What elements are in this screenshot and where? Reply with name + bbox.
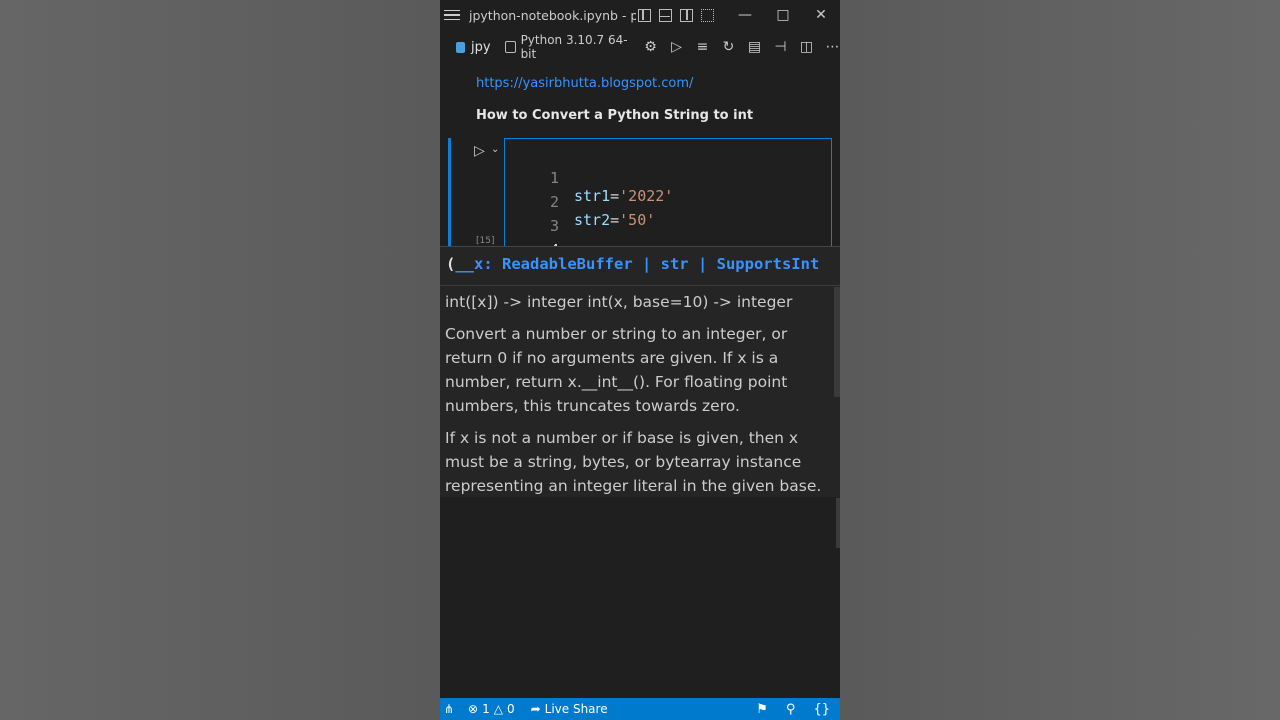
- hover-scrollbar[interactable]: [834, 287, 840, 397]
- error-count: 1: [482, 702, 490, 716]
- code-line: 4 print(int(str1+str2): [505, 223, 825, 277]
- clear-outputs-icon[interactable]: ≡: [695, 39, 710, 55]
- hover-doc-line: int([x]) -> integer int(x, base=10) -> i…: [445, 293, 793, 311]
- hover-doc-paragraph: Convert a number or string to an integer…: [445, 325, 788, 415]
- code-line: 2 str2='50': [505, 175, 825, 229]
- split-editor-icon[interactable]: ◫: [799, 39, 814, 55]
- status-bar: ⋔ ⊗ 1 △ 0 ➦ Live Share ⚑ ⚲ {}: [440, 698, 840, 720]
- outline-icon[interactable]: ⊣: [773, 39, 788, 55]
- execution-count: [15]: [476, 236, 495, 246]
- customize-layout-icon[interactable]: [701, 8, 714, 22]
- feedback-icon[interactable]: ⚑: [756, 702, 768, 717]
- live-share-icon: ➦: [530, 702, 541, 716]
- gear-icon[interactable]: ⚙: [643, 39, 658, 55]
- editor-empty-area: [440, 498, 840, 698]
- variables-icon[interactable]: ▤: [747, 39, 762, 55]
- run-cell-icon[interactable]: ▷: [474, 143, 485, 159]
- hover-doc-paragraph: If x is not a number or if base is given…: [445, 429, 822, 495]
- chevron-down-icon[interactable]: ⌄: [491, 144, 499, 155]
- code-line: 3: [505, 199, 825, 235]
- menu-icon[interactable]: [444, 9, 463, 21]
- notebook-tab-label: jpy: [471, 39, 491, 55]
- minimize-icon[interactable]: —: [726, 7, 764, 23]
- warning-icon: △: [493, 702, 503, 716]
- maximize-icon[interactable]: □: [764, 7, 802, 23]
- title-bar: jpython-notebook.ipynb - pyth... — □ ✕: [440, 0, 840, 30]
- error-icon: ⊗: [468, 702, 479, 716]
- close-icon[interactable]: ✕: [802, 7, 840, 23]
- hover-signature: (__x: ReadableBuffer | str | SupportsInt: [446, 255, 820, 273]
- blog-link[interactable]: https://yasirbhutta.blogspot.com/: [476, 76, 693, 91]
- notebook-content: https://yasirbhutta.blogspot.com/ How to…: [440, 64, 840, 277]
- run-all-icon[interactable]: ▷: [669, 39, 684, 55]
- window-title: jpython-notebook.ipynb - pyth...: [468, 7, 636, 23]
- toggle-primary-sidebar-icon[interactable]: [638, 8, 651, 22]
- restart-icon[interactable]: ↻: [721, 39, 736, 55]
- remote-icon[interactable]: ⋔: [440, 702, 458, 716]
- more-actions-icon[interactable]: ⋯: [825, 39, 840, 55]
- bell-icon[interactable]: ⚲: [786, 702, 796, 717]
- notebook-file-icon: [456, 41, 465, 53]
- background-right: [840, 0, 1280, 720]
- kernel-icon: [504, 41, 516, 53]
- cell-focus-indicator: [448, 138, 451, 248]
- warning-count: 0: [506, 702, 515, 716]
- notebook-toolbar: jpy Python 3.10.7 64-bit ⚙ ▷ ≡ ↻ ▤ ⊣ ◫ ⋯: [440, 30, 840, 64]
- braces-icon[interactable]: {}: [813, 702, 830, 717]
- problems-indicator[interactable]: ⊗ 1 △ 0: [468, 702, 515, 716]
- code-cell-editor[interactable]: 1 str1='2022' 2 str2='50' 3 4 print(int(…: [504, 138, 832, 277]
- background-left: [0, 0, 440, 720]
- hover-divider: [440, 285, 840, 286]
- markdown-heading: How to Convert a Python String to int: [476, 108, 754, 123]
- toggle-panel-icon[interactable]: [659, 8, 672, 22]
- vscode-window: jpython-notebook.ipynb - pyth... — □ ✕ j…: [440, 0, 840, 720]
- kernel-label: Python 3.10.7 64-bit: [520, 33, 628, 61]
- editor-scrollbar[interactable]: [836, 498, 840, 548]
- code-line: 1 str1='2022': [505, 151, 825, 205]
- live-share-label: Live Share: [544, 702, 608, 716]
- notebook-tab[interactable]: jpy: [456, 40, 491, 55]
- toggle-secondary-sidebar-icon[interactable]: [680, 8, 693, 22]
- live-share-button[interactable]: ➦ Live Share: [531, 702, 608, 716]
- hover-documentation-popup: (__x: ReadableBuffer | str | SupportsInt…: [440, 246, 840, 497]
- kernel-picker[interactable]: Python 3.10.7 64-bit: [504, 33, 631, 61]
